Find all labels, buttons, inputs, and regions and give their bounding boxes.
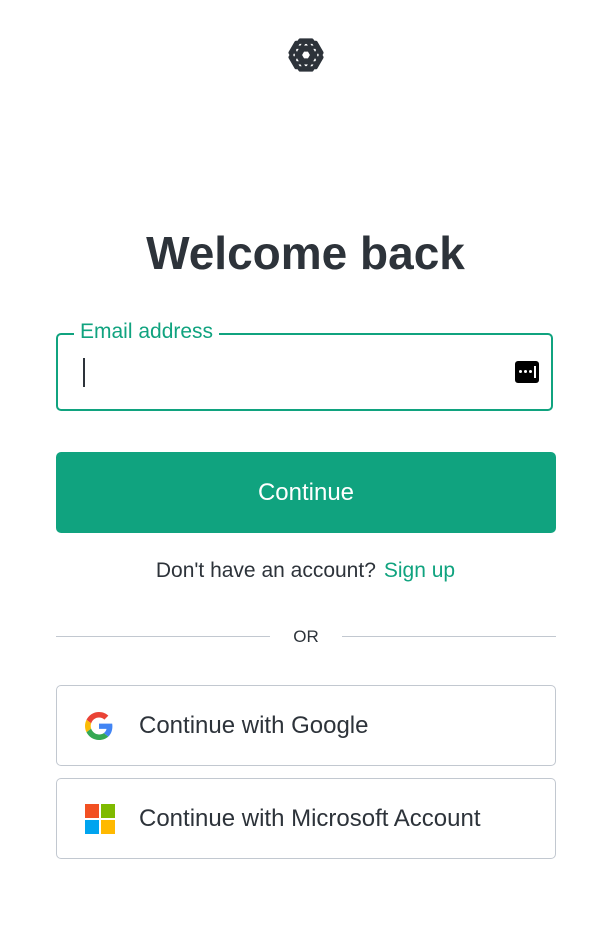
divider-line-right bbox=[342, 636, 556, 637]
login-page: Welcome back Email address Continue Don'… bbox=[0, 0, 611, 927]
microsoft-icon bbox=[85, 804, 115, 834]
openai-logo-icon bbox=[288, 38, 324, 72]
google-icon bbox=[85, 712, 113, 740]
or-divider: OR bbox=[56, 624, 556, 650]
signup-prompt: Don't have an account? bbox=[155, 559, 376, 582]
or-label: OR bbox=[293, 627, 319, 646]
continue-with-google-button[interactable]: Continue with Google bbox=[56, 685, 556, 766]
page-title: Welcome back bbox=[146, 227, 465, 279]
email-field-label: Email address bbox=[74, 318, 220, 346]
continue-button[interactable]: Continue bbox=[56, 452, 556, 533]
text-cursor bbox=[83, 358, 85, 387]
password-manager-icon[interactable] bbox=[515, 361, 539, 383]
email-input[interactable] bbox=[78, 353, 492, 393]
email-field[interactable]: Email address bbox=[56, 318, 553, 411]
microsoft-button-label: Continue with Microsoft Account bbox=[139, 805, 481, 832]
continue-with-microsoft-button[interactable]: Continue with Microsoft Account bbox=[56, 778, 556, 859]
signup-row: Don't have an account? Sign up bbox=[0, 559, 611, 583]
google-button-label: Continue with Google bbox=[139, 712, 369, 739]
signup-link[interactable]: Sign up bbox=[384, 559, 455, 582]
